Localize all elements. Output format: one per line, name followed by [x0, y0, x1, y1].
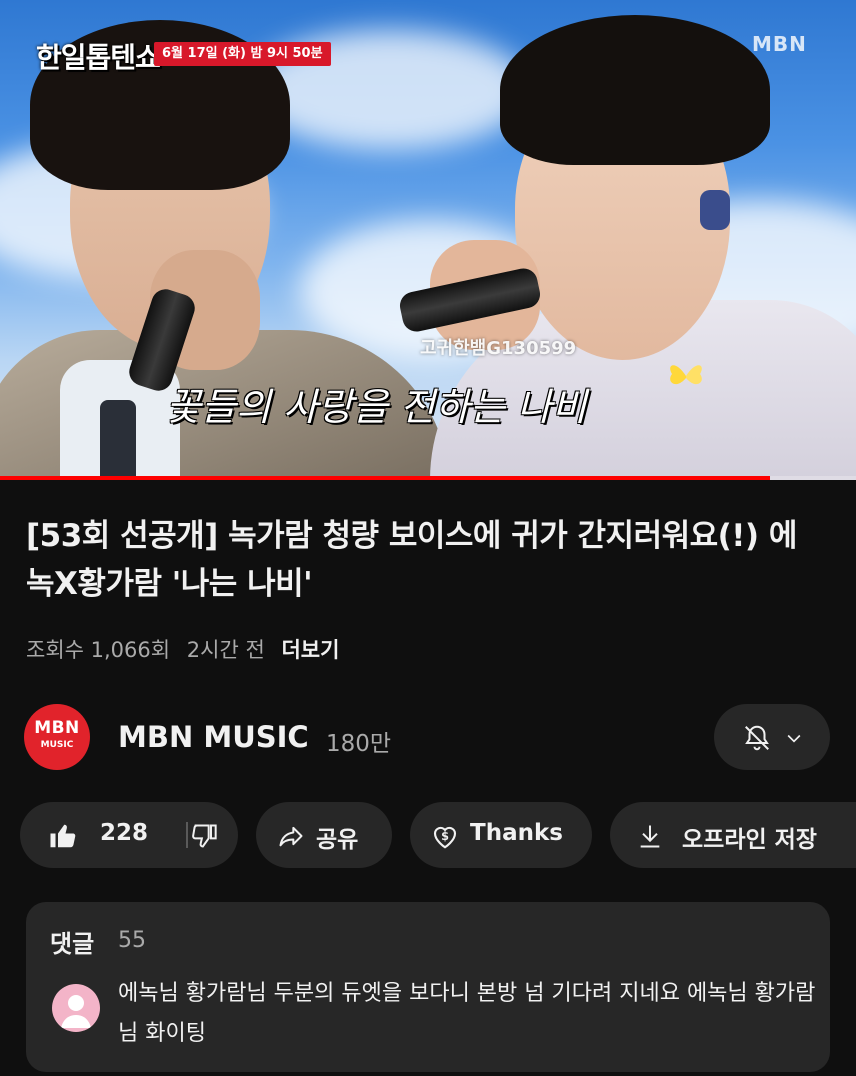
video-title: [53회 선공개] 녹가람 청량 보이스에 귀가 간지러워요(!) 에녹X황가람… [26, 518, 797, 602]
chevron-down-icon [787, 734, 801, 743]
subscriber-count: 180만 [326, 731, 392, 757]
avatar-line2: MUSIC [40, 740, 74, 750]
video-player[interactable]: 한일톱텐쇼 6월 17일 (화) 밤 9시 50분 MBN 고귀한뱀G13059… [0, 0, 856, 480]
view-count: 조회수 1,066회 [26, 638, 171, 662]
like-divider [186, 822, 188, 848]
video-caption: 꽃들의 사랑을 전하는 나비 [166, 385, 587, 429]
progress-bar[interactable] [0, 476, 856, 480]
heart-dollar-icon: $ [433, 826, 457, 849]
download-icon [640, 825, 660, 848]
broadcaster-watermark: MBN [752, 32, 807, 56]
notification-button[interactable] [714, 704, 830, 770]
progress-bar-fill [0, 476, 771, 480]
share-button[interactable]: 공유 [256, 802, 392, 868]
download-label: 오프라인 저장 [682, 827, 817, 853]
channel-name[interactable]: MBN MUSIC [118, 720, 309, 754]
thanks-label: Thanks [470, 820, 563, 846]
channel-avatar[interactable]: MBN MUSIC [24, 704, 90, 770]
avatar-line1: MBN [34, 718, 80, 738]
more-button[interactable]: 더보기 [281, 638, 339, 662]
user-icon [61, 995, 91, 1028]
download-button[interactable]: 오프라인 저장 [610, 802, 856, 868]
upload-age: 2시간 전 [186, 638, 265, 662]
butterfly-icon [670, 365, 702, 385]
action-bar: 228 공유 $ Thanks 오프라인 저장 [0, 802, 856, 868]
in-ear-monitor [700, 190, 730, 230]
dislike-icon[interactable] [190, 822, 218, 850]
share-label: 공유 [316, 827, 359, 853]
commenter-avatar [52, 984, 100, 1032]
channel-row: MBN MUSIC MBN MUSIC 180만 [24, 704, 834, 770]
like-count[interactable]: 228 [100, 820, 148, 846]
like-dislike-group: 228 [20, 802, 238, 868]
fan-watermark: 고귀한뱀G130599 [420, 338, 577, 359]
thanks-button[interactable]: $ Thanks [410, 802, 592, 868]
video-meta: 조회수 1,066회 2시간 전 더보기 [26, 634, 349, 664]
show-logo: 한일톱텐쇼 [36, 41, 161, 74]
air-time-badge: 6월 17일 (화) 밤 9시 50분 [154, 42, 331, 66]
comments-header: 댓글 [50, 930, 95, 958]
svg-text:$: $ [441, 830, 449, 843]
comments-panel[interactable]: 댓글 55 에녹님 황가람님 두분의 듀엣을 보다니 본방 넘 기다려 지네요 … [26, 902, 830, 1072]
bell-off-icon [745, 725, 769, 751]
singer-left-tie [100, 400, 136, 480]
top-comment-text: 에녹님 황가람님 두분의 듀엣을 보다니 본방 넘 기다려 지네요 에녹님 황가… [118, 981, 816, 1046]
comments-count: 55 [118, 928, 146, 953]
like-icon[interactable] [48, 821, 78, 851]
share-icon [279, 826, 303, 847]
singer-right-hair [500, 15, 770, 165]
